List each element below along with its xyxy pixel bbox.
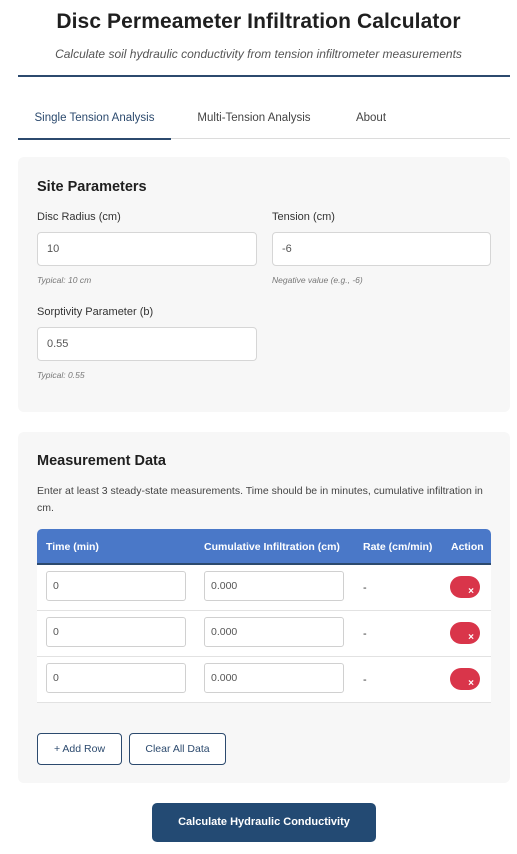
- delete-row-button[interactable]: ×: [450, 622, 480, 644]
- close-icon: ×: [468, 678, 474, 689]
- column-header-rate: Rate (cm/min): [363, 541, 433, 553]
- close-icon: ×: [468, 632, 474, 643]
- rate-value: -: [363, 582, 367, 594]
- table-row: 0 0.000 - ×: [37, 657, 491, 703]
- page-subtitle: Calculate soil hydraulic conductivity fr…: [55, 47, 462, 61]
- calculate-hydraulic-conductivity-button[interactable]: Calculate Hydraulic Conductivity: [152, 803, 376, 842]
- table-row: 0 0.000 - ×: [37, 565, 491, 611]
- rate-value: -: [363, 674, 367, 686]
- clear-all-data-button[interactable]: Clear All Data: [129, 733, 226, 765]
- tension-input[interactable]: -6: [272, 232, 491, 266]
- column-header-time: Time (min): [46, 541, 99, 553]
- page-title: Disc Permeameter Infiltration Calculator: [56, 10, 461, 33]
- measurement-description: Enter at least 3 steady-state measuremen…: [37, 485, 483, 514]
- disc-radius-label: Disc Radius (cm): [37, 211, 121, 223]
- disc-radius-input[interactable]: 10: [37, 232, 257, 266]
- measurement-table: Time (min) Cumulative Infiltration (cm) …: [37, 529, 491, 703]
- tab-about[interactable]: About: [343, 103, 399, 139]
- app-header: Disc Permeameter Infiltration Calculator…: [0, 0, 517, 62]
- tab-single-tension[interactable]: Single Tension Analysis: [18, 103, 171, 140]
- time-input[interactable]: 0: [46, 617, 186, 647]
- tension-label: Tension (cm): [272, 211, 335, 223]
- time-input[interactable]: 0: [46, 571, 186, 601]
- sorptivity-input[interactable]: 0.55: [37, 327, 257, 361]
- site-parameters-title: Site Parameters: [37, 179, 147, 195]
- sorptivity-hint: Typical: 0.55: [37, 370, 85, 380]
- measurement-data-card: Measurement Data Enter at least 3 steady…: [18, 432, 510, 783]
- column-header-action: Action: [451, 541, 484, 553]
- sorptivity-label: Sorptivity Parameter (b): [37, 306, 154, 318]
- time-input[interactable]: 0: [46, 663, 186, 693]
- table-header: Time (min) Cumulative Infiltration (cm) …: [37, 529, 491, 565]
- tension-hint: Negative value (e.g., -6): [272, 275, 363, 285]
- disc-radius-hint: Typical: 10 cm: [37, 275, 92, 285]
- delete-row-button[interactable]: ×: [450, 576, 480, 598]
- cumulative-infiltration-input[interactable]: 0.000: [204, 617, 344, 647]
- cumulative-infiltration-input[interactable]: 0.000: [204, 663, 344, 693]
- site-parameters-card: Site Parameters Disc Radius (cm) 10 Typi…: [18, 157, 510, 412]
- cumulative-infiltration-input[interactable]: 0.000: [204, 571, 344, 601]
- column-header-cumulative: Cumulative Infiltration (cm): [204, 541, 340, 553]
- rate-value: -: [363, 628, 367, 640]
- tab-multi-tension[interactable]: Multi-Tension Analysis: [188, 103, 320, 139]
- add-row-button[interactable]: + Add Row: [37, 733, 122, 765]
- delete-row-button[interactable]: ×: [450, 668, 480, 690]
- table-row: 0 0.000 - ×: [37, 611, 491, 657]
- header-divider: [18, 75, 510, 77]
- close-icon: ×: [468, 586, 474, 597]
- measurement-data-title: Measurement Data: [37, 453, 166, 469]
- tab-bar: Single Tension Analysis Multi-Tension An…: [18, 103, 510, 140]
